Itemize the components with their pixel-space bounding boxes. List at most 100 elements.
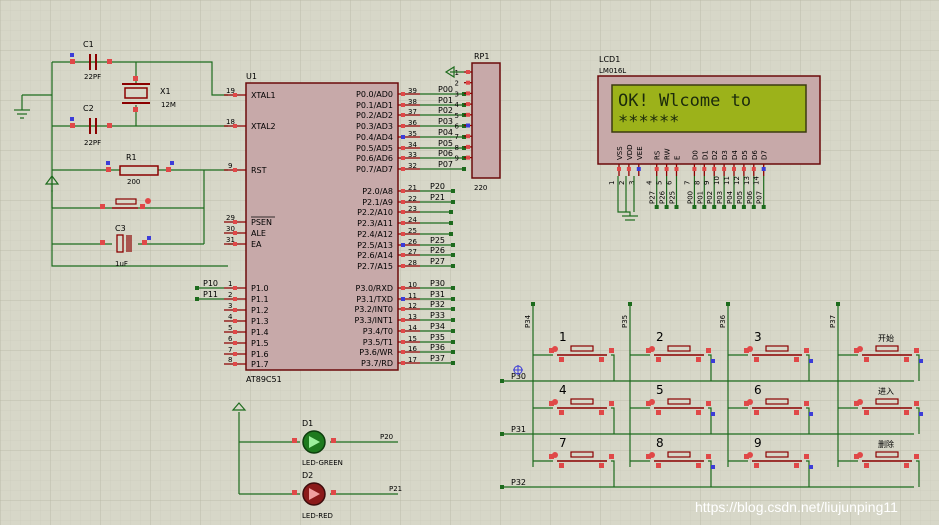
mcu-pin-pad <box>401 318 405 322</box>
net-terminal <box>836 302 840 306</box>
mcu-pin-name: P3.3/INT1 <box>354 316 393 325</box>
rp1-pin-pad <box>466 144 470 149</box>
mcu-pin-name: P3.6/WR <box>359 348 393 357</box>
mcu-pin-number: 4 <box>228 313 233 321</box>
mcu-pin-name: P2.0/A8 <box>362 187 393 196</box>
mcu-pin-pad <box>401 167 405 171</box>
d1-net: P20 <box>380 433 393 441</box>
net-terminal <box>451 200 455 204</box>
mcu-pin-pad <box>401 135 405 139</box>
mcu-pin-name: P2.5/A13 <box>357 241 393 250</box>
r1-ref: R1 <box>126 153 137 162</box>
mcu-pin-number: 24 <box>408 216 417 224</box>
net-terminal <box>751 205 756 209</box>
mcu-pin-name: P1.7 <box>251 360 269 369</box>
lcd-pin-number: 13 <box>743 176 751 185</box>
mcu-pin-pad <box>401 221 405 225</box>
lcd-pin-number: 5 <box>656 181 664 185</box>
key-pin-pad <box>754 463 759 468</box>
net-terminal <box>732 205 736 209</box>
mcu-pin-number: 9 <box>228 162 232 170</box>
key-pin-pad <box>864 410 869 415</box>
mcu-pin-number: 11 <box>408 292 417 300</box>
lcd-pin-number: 4 <box>646 180 654 185</box>
rp1-pin-pad <box>466 123 470 128</box>
watermark: https://blog.csdn.net/liujunping11 <box>695 499 898 515</box>
rp1-pin-number: 9 <box>455 155 459 163</box>
lcd-part: LM016L <box>599 67 626 75</box>
rp1-pin-pad <box>466 134 470 139</box>
mcu-pin-name: XTAL2 <box>251 122 276 131</box>
mcu-pin-number: 10 <box>408 281 417 289</box>
rp1-pin-pad <box>466 91 470 96</box>
lcd-pin-name: E <box>674 156 682 160</box>
keypad-row-net: P32 <box>511 478 526 487</box>
mcu-pin-number: 17 <box>408 356 417 364</box>
mcu-pin-pad <box>401 297 405 301</box>
rp1-pin-number: 1 <box>455 69 459 77</box>
mcu-pin-name: P1.2 <box>251 306 269 315</box>
key-actuator <box>570 398 594 405</box>
keypad-key-label: 删除 <box>878 439 894 449</box>
lcd-pin-pad <box>692 167 697 171</box>
key-pin-pad <box>914 348 919 353</box>
key-actuator <box>667 398 691 405</box>
c2-value: 22PF <box>84 139 101 147</box>
key-probe-dot <box>649 346 655 352</box>
mcu-net-label: P34 <box>430 322 445 331</box>
mcu-pin-name: P0.7/AD7 <box>356 165 393 174</box>
keypad-column-net: P34 <box>524 314 532 328</box>
keypad-row-net: P30 <box>511 372 526 381</box>
rp1-pin-number: 2 <box>455 80 459 88</box>
key-pin-pad <box>599 410 604 415</box>
mcu-pin-pad <box>401 361 405 365</box>
mcu-pin-name: P3.1/TXD <box>356 295 393 304</box>
mcu-pin-number: 38 <box>408 98 417 106</box>
net-terminal <box>195 286 199 290</box>
key-pin-pad <box>904 463 909 468</box>
mcu-pin-number: 29 <box>226 214 235 222</box>
lcd-pin-name: D6 <box>751 150 759 160</box>
mcu-pin-pad <box>401 264 405 268</box>
lcd-pin-name: D2 <box>711 150 719 160</box>
d2-net: P21 <box>389 485 402 493</box>
rp1-pin-pad <box>466 155 470 160</box>
key-pin-pad <box>696 410 701 415</box>
mcu-pin-name: EA <box>251 240 262 249</box>
mcu-pin-number: 23 <box>408 205 417 213</box>
schematic-canvas[interactable]: C1 22PF C2 22PF X1 12M R1 200 C3 1uF U1 … <box>0 0 939 525</box>
lcd-pin-name: RS <box>654 150 662 160</box>
lcd-pin-name: RW <box>664 148 672 160</box>
key-pin-pad <box>599 357 604 362</box>
mcu-pin-name: P1.0 <box>251 284 269 293</box>
mcu-pin-pad <box>233 286 237 290</box>
key-pin-pad <box>609 348 614 353</box>
keypad-key-label: 2 <box>656 330 664 344</box>
d2-part: LED-RED <box>302 512 333 520</box>
mcu-pin-pad <box>233 341 237 345</box>
mcu-pin-number: 7 <box>228 346 232 354</box>
mcu-pin-name: P0.0/AD0 <box>356 90 393 99</box>
key-actuator <box>570 345 594 352</box>
lcd-ref: LCD1 <box>599 55 620 64</box>
mcu-pin-number: 3 <box>228 302 232 310</box>
u1-part: AT89C51 <box>246 375 282 384</box>
net-terminal <box>451 243 455 247</box>
lcd-pin-pad <box>712 167 717 171</box>
key-pin-pad <box>914 401 919 406</box>
rp1-pin-number: 4 <box>455 101 460 109</box>
key-actuator <box>765 345 789 352</box>
net-terminal <box>531 302 535 306</box>
mcu-pin-number: 5 <box>228 324 232 332</box>
net-terminal <box>451 350 455 354</box>
keypad-key-label: 进入 <box>878 387 894 396</box>
mcu-net-label: P26 <box>430 246 445 255</box>
mcu-pin-number: 13 <box>408 313 417 321</box>
mcu-pin-number: 15 <box>408 335 417 343</box>
d1-ref: D1 <box>302 419 313 428</box>
lcd-pin-number: 2 <box>618 181 626 185</box>
mcu-pin-name: P3.5/T1 <box>363 338 393 347</box>
mcu-pin-pad <box>401 340 405 344</box>
keypad-key-label: 8 <box>656 436 664 450</box>
mcu-pin-name: P2.3/A11 <box>357 219 393 228</box>
